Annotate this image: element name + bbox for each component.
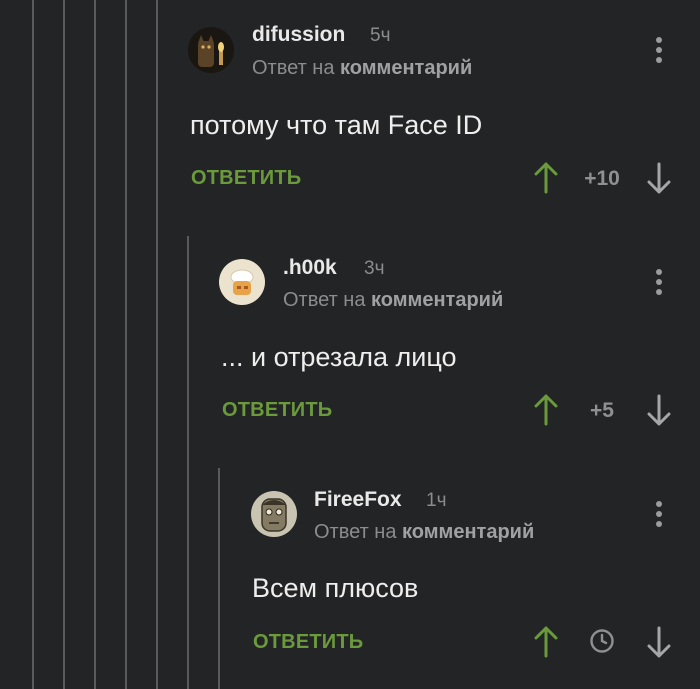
arrow-down-icon[interactable] [646,626,672,658]
comment-author[interactable]: FireeFox [314,488,402,512]
reply-to-line: Ответ на комментарий [314,521,534,544]
comment: FireeFox 1ч Ответ на комментарий Всем пл… [0,0,700,689]
reply-button[interactable]: ОТВЕТИТЬ [253,631,363,654]
avatar[interactable] [251,491,297,537]
comment-text: Всем плюсов [252,573,419,603]
avatar-face-image [251,491,297,537]
more-vertical-icon[interactable] [654,501,664,531]
arrow-up-icon[interactable] [533,626,559,658]
clock-icon [590,629,614,653]
reply-to-link[interactable]: комментарий [402,521,534,543]
comment-time: 1ч [426,490,447,511]
reply-to-prefix: Ответ на [314,521,397,543]
